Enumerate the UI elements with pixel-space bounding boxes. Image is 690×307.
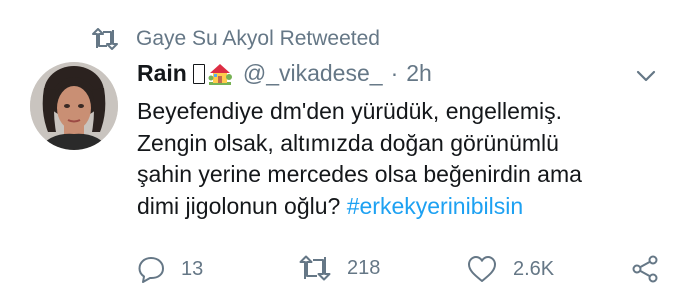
reply-icon bbox=[138, 257, 164, 283]
separator-dot: · bbox=[390, 60, 399, 86]
avatar[interactable] bbox=[30, 62, 118, 150]
avatar-image bbox=[30, 62, 118, 150]
retweet-context[interactable]: Gaye Su Akyol Retweeted bbox=[92, 27, 380, 51]
retweet-button[interactable]: 218 bbox=[299, 255, 380, 281]
tweet-actions: 13 218 2.6K bbox=[137, 255, 667, 285]
retweet-label: Gaye Su Akyol Retweeted bbox=[136, 27, 380, 50]
retweet-icon bbox=[299, 255, 331, 281]
tweet-header: Rain @_vikadese_ · 2h bbox=[137, 60, 432, 87]
author-handle[interactable]: @_vikadese_ bbox=[243, 60, 383, 87]
unknown-glyph-icon bbox=[192, 63, 205, 84]
house-with-garden-icon bbox=[208, 63, 232, 85]
share-icon bbox=[632, 255, 658, 283]
tweet-text-line: Beyefendiye dm'den yürüdük, engellemiş. bbox=[137, 98, 563, 124]
retweet-count: 218 bbox=[347, 256, 381, 279]
share-button[interactable] bbox=[631, 255, 675, 283]
like-button[interactable]: 2.6K bbox=[467, 255, 554, 283]
tweet-text-line-content: dimi jigolonun oğlu? bbox=[137, 192, 341, 219]
reply-button[interactable]: 13 bbox=[137, 255, 203, 283]
reply-count: 13 bbox=[181, 257, 204, 280]
chevron-down-icon[interactable] bbox=[634, 64, 658, 88]
tweet-text-line: Zengin olsak, altımızda doğan görünümlü bbox=[137, 129, 559, 156]
like-count: 2.6K bbox=[513, 257, 555, 280]
hashtag-link[interactable]: #erkekyerinibilsin bbox=[347, 193, 523, 219]
tweet-text-line: dimi jigolonun oğlu? #erkekyerinibilsin bbox=[137, 191, 657, 223]
tweet-text-line: şahin yerine mercedes olsa beğenirdin am… bbox=[137, 161, 582, 187]
tweet-timestamp[interactable]: 2h bbox=[406, 60, 432, 87]
retweet-icon bbox=[92, 28, 118, 50]
tweet-text: Beyefendiye dm'den yürüdük, engellemiş. … bbox=[137, 96, 657, 222]
heart-icon bbox=[468, 256, 496, 282]
author-name[interactable]: Rain bbox=[137, 60, 187, 87]
